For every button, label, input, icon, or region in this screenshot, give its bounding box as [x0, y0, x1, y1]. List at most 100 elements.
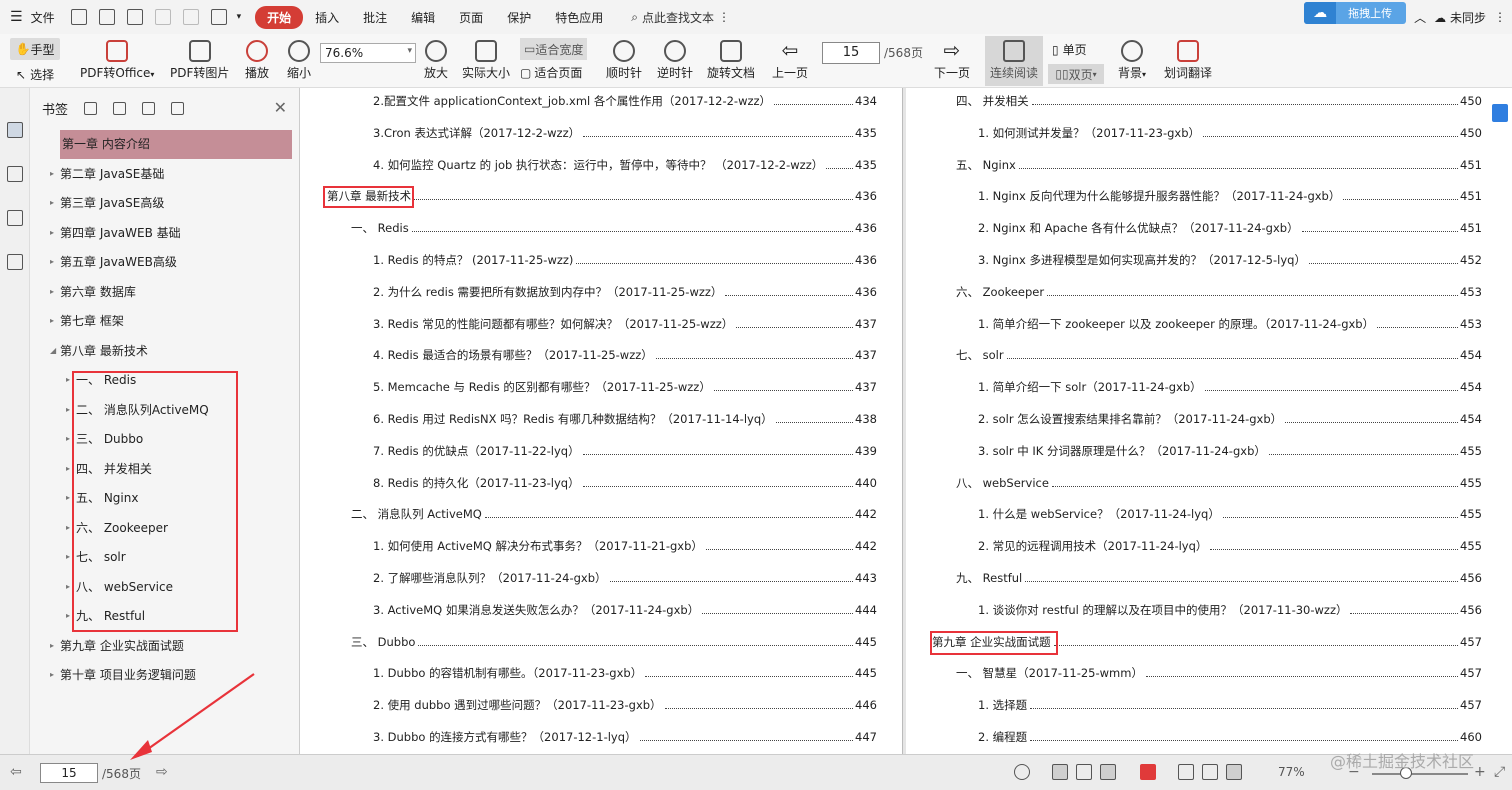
toc-entry-row[interactable]: 2. 编程题 460	[978, 728, 1482, 746]
toc-entry-row[interactable]: 1. 谈谈你对 restful 的理解以及在项目中的使用？（2017-11-30…	[978, 601, 1482, 619]
rotate-cw-button[interactable]: 顺时针	[606, 40, 642, 81]
collapse-ribbon-icon[interactable]: ︿	[1414, 9, 1426, 26]
status-dual-icon[interactable]	[1100, 764, 1116, 780]
annotation-panel-icon[interactable]	[6, 210, 23, 226]
expand-arrow-icon[interactable]: ▸	[66, 398, 70, 422]
toc-section-row[interactable]: 四、 并发相关 450	[956, 92, 1482, 110]
status-next-icon[interactable]: ⇨	[156, 764, 168, 780]
bookmark-options-icon[interactable]	[171, 102, 185, 115]
bookmark-item-chapter[interactable]: ▸ 第四章 JavaWEB 基础	[30, 221, 299, 245]
status-continuous-icon[interactable]	[1052, 764, 1068, 780]
dual-page-button[interactable]: ▯▯ 双页 ▾	[1048, 64, 1104, 84]
bookmark-item-chapter[interactable]: ▸ 第六章 数据库	[30, 280, 299, 304]
status-zoom-in-icon[interactable]: +	[1474, 764, 1486, 780]
toc-entry-row[interactable]: 1. 如何使用 ActiveMQ 解决分布式事务？（2017-11-21-gxb…	[373, 537, 877, 555]
fullscreen-icon[interactable]: ⤢	[1494, 764, 1505, 780]
toc-entry-row[interactable]: 3. solr 中 IK 分词器原理是什么？（2017-11-24-gxb） 45…	[978, 442, 1482, 460]
pdf-to-image-button[interactable]: PDF转图片	[170, 40, 229, 81]
expand-arrow-icon[interactable]: ▸	[66, 545, 70, 569]
expand-arrow-icon[interactable]: ▸	[66, 486, 70, 510]
expand-arrow-icon[interactable]: ▸	[66, 427, 70, 451]
print-icon[interactable]	[126, 9, 143, 25]
status-prev-icon[interactable]: ⇦	[10, 764, 22, 780]
toc-entry-row[interactable]: 8. Redis 的持久化（2017-11-23-lyq） 440	[373, 474, 877, 492]
toc-entry-row[interactable]: 1. Nginx 反向代理为什么能够提升服务器性能？（2017-11-24-gx…	[978, 187, 1482, 205]
toc-entry-row[interactable]: 3. Nginx 多进程模型是如何实现高并发的？（2017-12-5-lyq） 4…	[978, 251, 1482, 269]
fit-width-button[interactable]: ▭ 适合宽度	[520, 38, 588, 60]
bookmark-panel-icon[interactable]	[6, 122, 23, 138]
toc-section-row[interactable]: 六、 Zookeeper 453	[956, 283, 1482, 301]
pdf-to-office-button[interactable]: PDF转Office▾	[80, 40, 154, 81]
tab-insert[interactable]: 插入	[303, 6, 351, 29]
expand-arrow-icon[interactable]: ▸	[66, 457, 70, 481]
toc-section-row[interactable]: 八、 webService 455	[956, 474, 1482, 492]
status-page-input[interactable]: 15	[40, 763, 98, 783]
redo-icon[interactable]	[182, 9, 199, 25]
page-number-input[interactable]: 15	[822, 42, 880, 64]
bookmark-item-chapter[interactable]: ▸ 第七章 框架	[30, 309, 299, 333]
toc-section-row[interactable]: 五、 Nginx 451	[956, 156, 1482, 174]
expand-arrow-icon[interactable]: ▸	[66, 516, 70, 540]
toc-entry-row[interactable]: 2.配置文件 applicationContext_job.xml 各个属性作用…	[373, 92, 877, 110]
bookmark-item-chapter[interactable]: ▸ 第五章 JavaWEB高级	[30, 250, 299, 274]
status-actual-icon[interactable]	[1178, 764, 1194, 780]
expand-arrow-icon[interactable]: ▸	[66, 575, 70, 599]
single-page-button[interactable]: ▯ 单页	[1052, 41, 1087, 58]
expand-arrow-icon[interactable]: ▸	[50, 663, 54, 687]
toc-section-row[interactable]: 一、 Redis 436	[351, 219, 877, 237]
close-icon[interactable]: ✕	[274, 98, 287, 117]
expand-arrow-icon[interactable]: ▸	[50, 634, 54, 658]
find-text-box[interactable]: ⌕ 点此查找文本 ⋮	[631, 9, 730, 26]
fit-page-button[interactable]: ▢ 适合页面	[520, 64, 582, 81]
toc-entry-row[interactable]: 3. Redis 常见的性能问题都有哪些？如何解决？（2017-11-25-wz…	[373, 315, 877, 333]
tab-page[interactable]: 页面	[447, 6, 495, 29]
zoom-select[interactable]: 76.6%	[320, 43, 416, 63]
continuous-read-button[interactable]: 连续阅读	[985, 36, 1043, 86]
toc-entry-row[interactable]: 4. Redis 最适合的场景有哪些？（2017-11-25-wzz） 437	[373, 346, 877, 364]
prev-page-button[interactable]: ⇦ 上一页	[772, 40, 808, 81]
export-icon[interactable]	[210, 9, 227, 25]
toc-entry-row[interactable]: 2. solr 怎么设置搜索结果排名靠前？（2017-11-24-gxb） 454	[978, 410, 1482, 428]
toc-section-row[interactable]: 九、 Restful 456	[956, 569, 1482, 587]
toc-entry-row[interactable]: 2. 了解哪些消息队列？（2017-11-24-gxb） 443	[373, 569, 877, 587]
more-options-icon[interactable]: ⋮	[718, 10, 730, 24]
tab-comment[interactable]: 批注	[351, 6, 399, 29]
status-play-icon[interactable]	[1140, 764, 1156, 780]
tab-features[interactable]: 特色应用	[543, 6, 615, 29]
eye-icon[interactable]	[1014, 764, 1030, 780]
toc-entry-row[interactable]: 2. Nginx 和 Apache 各有什么优缺点？（2017-11-24-gx…	[978, 219, 1482, 237]
open-folder-icon[interactable]	[70, 9, 87, 25]
toc-entry-row[interactable]: 2. 为什么 redis 需要把所有数据放到内存中？（2017-11-25-wz…	[373, 283, 877, 301]
bookmark-item-chapter[interactable]: 第一章 内容介绍	[30, 130, 299, 159]
tab-start[interactable]: 开始	[255, 5, 304, 29]
expand-arrow-icon[interactable]: ▸	[50, 250, 54, 274]
select-tool-button[interactable]: ↖ 选择	[16, 66, 54, 83]
toc-entry-row[interactable]: 7. Redis 的优缺点（2017-11-22-lyq） 439	[373, 442, 877, 460]
floating-tool-icon[interactable]	[1492, 104, 1508, 122]
toc-entry-row[interactable]: 1. Redis 的特点？ (2017-11-25-wzz) 436	[373, 251, 877, 269]
bookmark-item-chapter[interactable]: ◢ 第八章 最新技术	[30, 339, 299, 363]
toc-entry-row[interactable]: 1. 如何测试并发量？（2017-11-23-gxb） 450	[978, 124, 1482, 142]
add-bookmark-icon[interactable]	[142, 102, 156, 115]
toc-section-row[interactable]: 三、 Dubbo 445	[351, 633, 877, 651]
actual-size-button[interactable]: 实际大小	[462, 40, 510, 81]
expand-arrow-icon[interactable]: ▸	[50, 162, 54, 186]
toc-section-row[interactable]: 七、 solr 454	[956, 346, 1482, 364]
rotate-doc-button[interactable]: 旋转文档	[707, 40, 755, 81]
thumbnail-panel-icon[interactable]	[6, 166, 23, 182]
bookmark-item-chapter[interactable]: ▸ 第三章 JavaSE高级	[30, 191, 299, 215]
toc-entry-row[interactable]: 3.Cron 表达式详解（2017-12-2-wzz） 435	[373, 124, 877, 142]
toc-entry-row[interactable]: 5. Memcache 与 Redis 的区别都有哪些？（2017-11-25-…	[373, 378, 877, 396]
toc-entry-row[interactable]: 4. 如何监控 Quartz 的 job 执行状态：运行中，暂停中，等待中？ （…	[373, 156, 877, 174]
toc-entry-row[interactable]: 3. Dubbo 的连接方式有哪些？（2017-12-1-lyq） 447	[373, 728, 877, 746]
more-icon[interactable]: ⋮	[1494, 10, 1506, 24]
toc-entry-row[interactable]: 1. 什么是 webService？（2017-11-24-lyq） 455	[978, 505, 1482, 523]
tab-protect[interactable]: 保护	[495, 6, 543, 29]
sync-status[interactable]: ☁ 未同步	[1434, 9, 1486, 26]
toc-entry-row[interactable]: 1. 简单介绍一下 zookeeper 以及 zookeeper 的原理。（20…	[978, 315, 1482, 333]
status-fit-icon[interactable]	[1202, 764, 1218, 780]
toc-section-row[interactable]: 二、 消息队列 ActiveMQ 442	[351, 505, 877, 523]
toc-entry-row[interactable]: 3. ActiveMQ 如果消息发送失败怎么办？（2017-11-24-gxb）…	[373, 601, 877, 619]
next-page-button[interactable]: ⇨ 下一页	[934, 40, 970, 81]
rotate-ccw-button[interactable]: 逆时针	[657, 40, 693, 81]
